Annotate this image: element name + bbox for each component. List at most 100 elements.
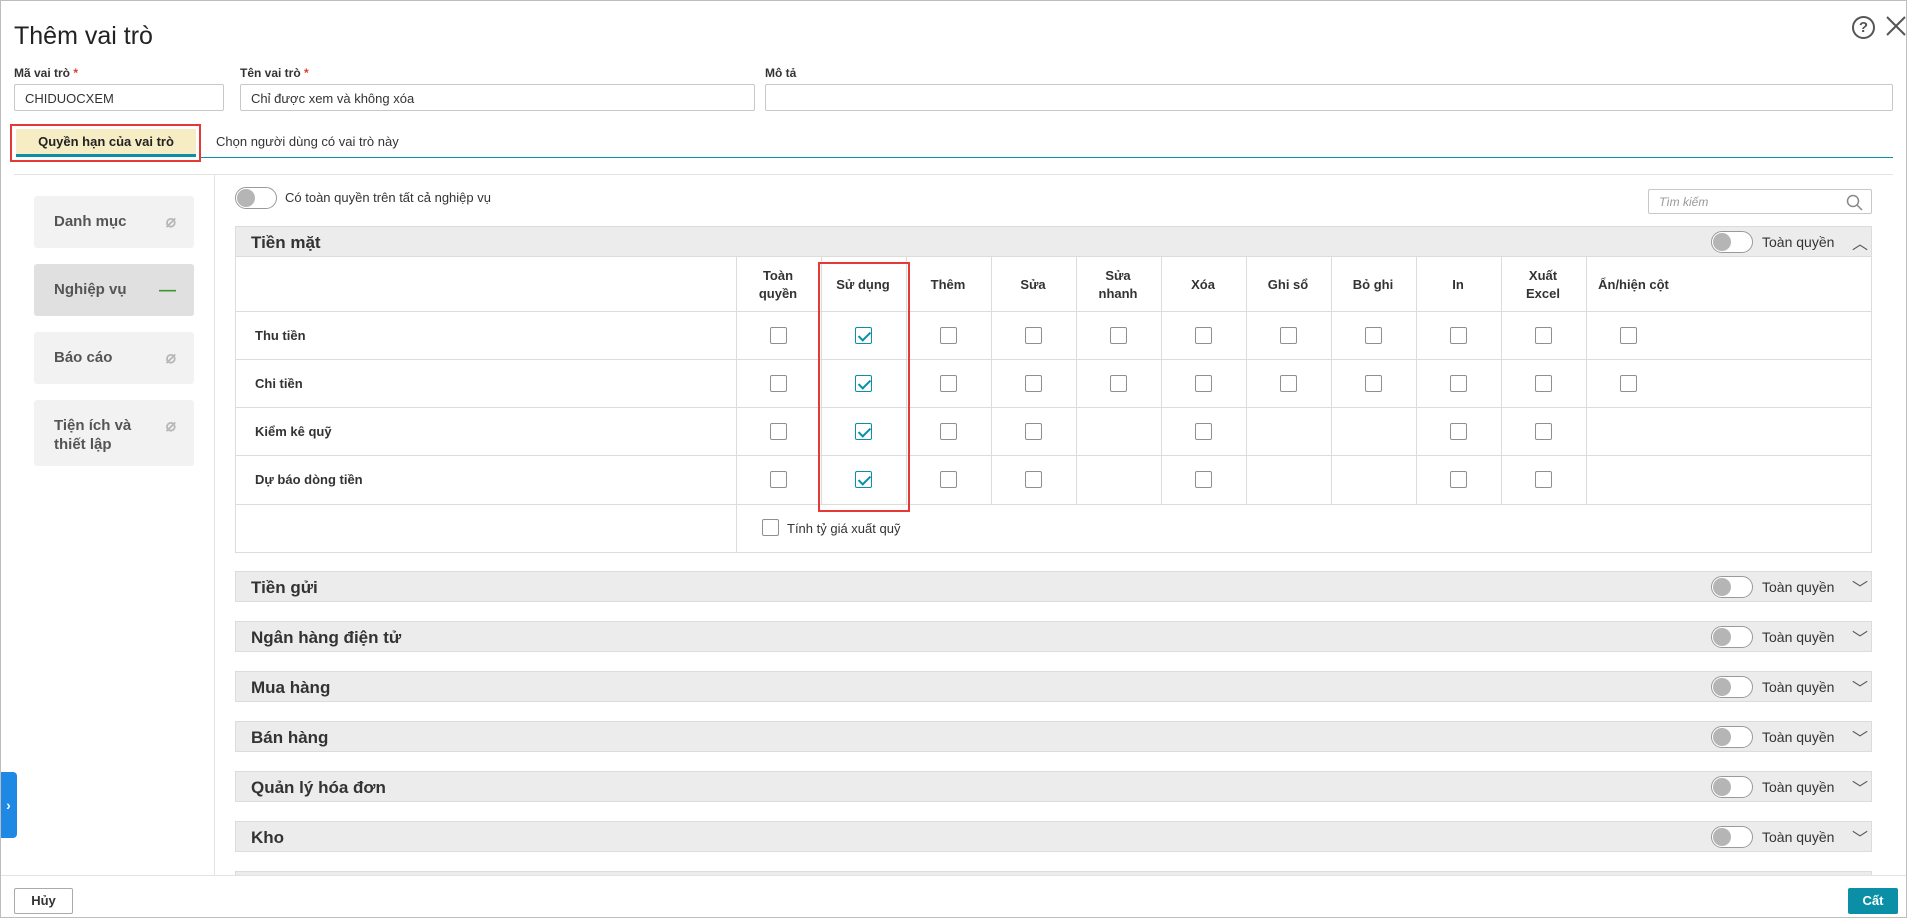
permission-checkbox[interactable] <box>1620 375 1637 392</box>
chevron-down-icon[interactable]: ﹀ <box>1852 775 1868 799</box>
full-permission-label: Toàn quyền <box>1762 234 1835 250</box>
permission-checkbox[interactable] <box>1025 327 1042 344</box>
permission-checkbox[interactable] <box>940 375 957 392</box>
description-input[interactable] <box>765 84 1893 111</box>
role-code-input[interactable]: CHIDUOCXEM <box>14 84 224 111</box>
section-full-permission-toggle[interactable] <box>1711 776 1753 798</box>
search-placeholder: Tìm kiếm <box>1659 195 1709 209</box>
use-column-highlight <box>818 262 910 512</box>
col-header-edit: Sửa <box>1020 277 1046 292</box>
permission-checkbox[interactable] <box>1620 327 1637 344</box>
sidebar-item-nghiep-vu[interactable]: Nghiệp vụ — <box>34 264 194 316</box>
full-permission-label: Toàn quyền <box>1762 779 1835 795</box>
permission-checkbox[interactable] <box>1195 471 1212 488</box>
not-set-icon: ⌀ <box>165 416 176 435</box>
permission-checkbox[interactable] <box>940 327 957 344</box>
all-permission-label: Có toàn quyền trên tất cả nghiệp vụ <box>285 190 491 205</box>
permission-checkbox[interactable] <box>1195 423 1212 440</box>
section-full-permission-toggle[interactable] <box>1711 726 1753 748</box>
col-header-unpost: Bỏ ghi <box>1352 277 1394 292</box>
search-box[interactable]: Tìm kiếm <box>1648 189 1872 214</box>
chevron-down-icon[interactable]: ﹀ <box>1852 625 1868 649</box>
permission-checkbox[interactable] <box>770 375 787 392</box>
permission-checkbox[interactable] <box>1535 471 1552 488</box>
permission-checkbox[interactable] <box>1365 375 1382 392</box>
permission-checkbox[interactable] <box>1110 327 1127 344</box>
close-icon[interactable] <box>1884 14 1907 38</box>
permission-checkbox[interactable] <box>1450 471 1467 488</box>
col-header-quick-edit: Sửa nhanh <box>1098 268 1138 301</box>
chevron-down-icon[interactable]: ﹀ <box>1852 825 1868 849</box>
sidebar-item-tien-ich[interactable]: Tiện ích và thiết lập ⌀ <box>34 400 194 466</box>
expand-panel-button[interactable]: › <box>0 772 17 838</box>
full-permission-label: Toàn quyền <box>1762 629 1835 645</box>
chevron-up-icon[interactable]: ︿ <box>1852 230 1868 254</box>
tab-role-permissions-label: Quyền hạn của vai trò <box>38 134 174 149</box>
permission-grid: Toàn quyền Sử dụng Thêm Sửa Sửa nhanh Xóa … <box>235 257 1872 553</box>
save-button[interactable]: Cất <box>1848 888 1898 914</box>
col-header-post: Ghi sổ <box>1267 277 1309 292</box>
section-full-permission-toggle[interactable] <box>1711 576 1753 598</box>
sidebar-item-danh-muc[interactable]: Danh mục ⌀ <box>34 196 194 248</box>
permission-checkbox[interactable] <box>1365 327 1382 344</box>
not-set-icon: ⌀ <box>165 212 176 231</box>
permission-checkbox[interactable] <box>1450 375 1467 392</box>
section-ban-hang[interactable]: Bán hàng Toàn quyền ﹀ <box>235 721 1872 752</box>
section-kho[interactable]: Kho Toàn quyền ﹀ <box>235 821 1872 852</box>
permission-checkbox[interactable] <box>1025 471 1042 488</box>
section-tien-mat[interactable]: Tiền mặt Toàn quyền ︿ <box>235 226 1872 257</box>
sidebar-item-label: Báo cáo <box>54 349 113 366</box>
partial-icon: — <box>159 280 176 299</box>
role-name-input[interactable]: Chỉ được xem và không xóa <box>240 84 755 111</box>
section-full-permission-toggle[interactable] <box>1711 826 1753 848</box>
row-label-thu-tien: Thu tiền <box>255 328 306 343</box>
section-ngan-hang-dien-tu[interactable]: Ngân hàng điện tử Toàn quyền ﹀ <box>235 621 1872 652</box>
tab-select-users[interactable]: Chọn người dùng có vai trò này <box>216 134 399 149</box>
section-full-permission-toggle[interactable] <box>1711 676 1753 698</box>
permission-checkbox[interactable] <box>1110 375 1127 392</box>
permission-checkbox[interactable] <box>1450 423 1467 440</box>
permission-checkbox[interactable] <box>1280 375 1297 392</box>
permission-checkbox[interactable] <box>1195 327 1212 344</box>
panel-divider-vertical <box>214 175 215 875</box>
sidebar-item-label: Danh mục <box>54 213 127 230</box>
exchange-rate-label: Tính tỷ giá xuất quỹ <box>787 521 901 536</box>
exchange-rate-checkbox[interactable] <box>762 519 779 536</box>
sidebar-item-bao-cao[interactable]: Báo cáo ⌀ <box>34 332 194 384</box>
permission-checkbox[interactable] <box>940 423 957 440</box>
permission-checkbox[interactable] <box>770 327 787 344</box>
permission-checkbox[interactable] <box>770 423 787 440</box>
role-name-label: Tên vai trò * <box>240 66 309 80</box>
permission-checkbox[interactable] <box>1535 327 1552 344</box>
permission-checkbox[interactable] <box>1450 327 1467 344</box>
section-tien-gui[interactable]: Tiền gửi Toàn quyền ﹀ <box>235 571 1872 602</box>
cancel-button[interactable]: Hủy <box>14 888 73 914</box>
sidebar-item-label: Nghiệp vụ <box>54 281 127 298</box>
section-mua-hang[interactable]: Mua hàng Toàn quyền ﹀ <box>235 671 1872 702</box>
permission-checkbox[interactable] <box>1025 423 1042 440</box>
role-code-label: Mã vai trò * <box>14 66 79 80</box>
row-label-kiem-ke-quy: Kiểm kê quỹ <box>255 424 332 439</box>
permission-checkbox[interactable] <box>1025 375 1042 392</box>
row-label-du-bao-dong-tien: Dự báo dòng tiền <box>255 472 363 487</box>
search-icon <box>1846 194 1863 216</box>
section-full-permission-toggle[interactable] <box>1711 231 1753 253</box>
footer-bar <box>0 875 1907 918</box>
permission-checkbox[interactable] <box>1535 375 1552 392</box>
section-quan-ly-hoa-don[interactable]: Quản lý hóa đơn Toàn quyền ﹀ <box>235 771 1872 802</box>
permission-checkbox[interactable] <box>1195 375 1212 392</box>
permission-checkbox[interactable] <box>770 471 787 488</box>
chevron-down-icon[interactable]: ﹀ <box>1852 725 1868 749</box>
section-full-permission-toggle[interactable] <box>1711 626 1753 648</box>
sidebar-item-label: Tiện ích và thiết lập <box>54 417 132 453</box>
col-header-show-hide-column: Ẩn/hiện cột <box>1598 277 1669 292</box>
chevron-down-icon[interactable]: ﹀ <box>1852 675 1868 699</box>
row-label-chi-tien: Chi tiền <box>255 376 303 391</box>
permission-checkbox[interactable] <box>1535 423 1552 440</box>
chevron-down-icon[interactable]: ﹀ <box>1852 575 1868 599</box>
not-set-icon: ⌀ <box>165 348 176 367</box>
permission-checkbox[interactable] <box>940 471 957 488</box>
help-icon[interactable]: ? <box>1852 16 1875 39</box>
all-permission-toggle[interactable] <box>235 187 277 209</box>
permission-checkbox[interactable] <box>1280 327 1297 344</box>
